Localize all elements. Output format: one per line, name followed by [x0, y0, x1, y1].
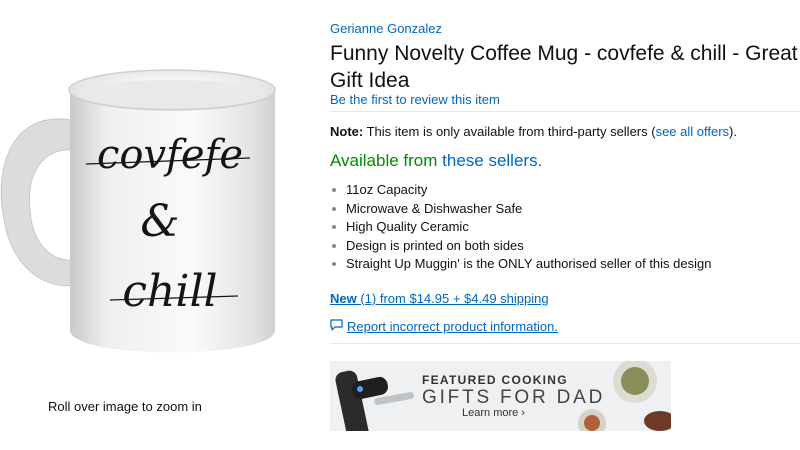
list-item: Microwave & Dishwasher Safe: [330, 200, 711, 219]
brand-link[interactable]: Gerianne Gonzalez: [330, 21, 442, 36]
note-label: Note:: [330, 124, 364, 139]
mug-text-line-2: &: [140, 196, 179, 247]
review-link[interactable]: Be the first to review this item: [330, 92, 500, 107]
product-title: Funny Novelty Coffee Mug - covfefe & chi…: [330, 42, 798, 92]
new-offers-link[interactable]: New (1) from $14.95 + $4.49 shipping: [330, 291, 549, 306]
zoom-hint: Roll over image to zoom in: [48, 399, 202, 414]
banner-line-2: GIFTS FOR DAD: [422, 387, 606, 408]
list-item: High Quality Ceramic: [330, 218, 711, 237]
availability: Available from these sellers.: [330, 151, 542, 171]
see-all-offers-link[interactable]: see all offers: [656, 124, 729, 139]
list-item: 11oz Capacity: [330, 181, 711, 200]
list-item: Design is printed on both sides: [330, 237, 711, 256]
product-image[interactable]: covfefe & chill: [0, 0, 300, 380]
banner-learn-more[interactable]: Learn more ›: [462, 407, 525, 419]
list-item: Straight Up Muggin' is the ONLY authoris…: [330, 255, 711, 274]
note-text: This item is only available from third-p…: [363, 124, 656, 139]
mug-text-line-3: chill: [122, 266, 217, 317]
note-suffix: ).: [729, 124, 737, 139]
report-info-link[interactable]: Report incorrect product information.: [330, 319, 558, 334]
these-sellers-link[interactable]: these sellers.: [442, 151, 542, 170]
feature-bullets: 11oz Capacity Microwave & Dishwasher Saf…: [330, 181, 711, 274]
mug-text-line-1: covfefe: [97, 132, 243, 178]
availability-text: Available from: [330, 151, 443, 170]
offer-details: (1) from $14.95 + $4.49 shipping: [356, 291, 549, 306]
seller-note: Note: This item is only available from t…: [330, 124, 737, 139]
report-info-text: Report incorrect product information.: [347, 319, 558, 334]
speech-bubble-icon: [330, 319, 343, 334]
divider: [330, 111, 800, 112]
offer-condition: New: [330, 291, 357, 306]
banner-line-1: FEATURED COOKING: [422, 373, 568, 387]
ad-banner[interactable]: FEATURED COOKING GIFTS FOR DAD Learn mor…: [330, 361, 671, 431]
mug-image: covfefe & chill: [0, 69, 276, 353]
divider: [330, 343, 800, 344]
